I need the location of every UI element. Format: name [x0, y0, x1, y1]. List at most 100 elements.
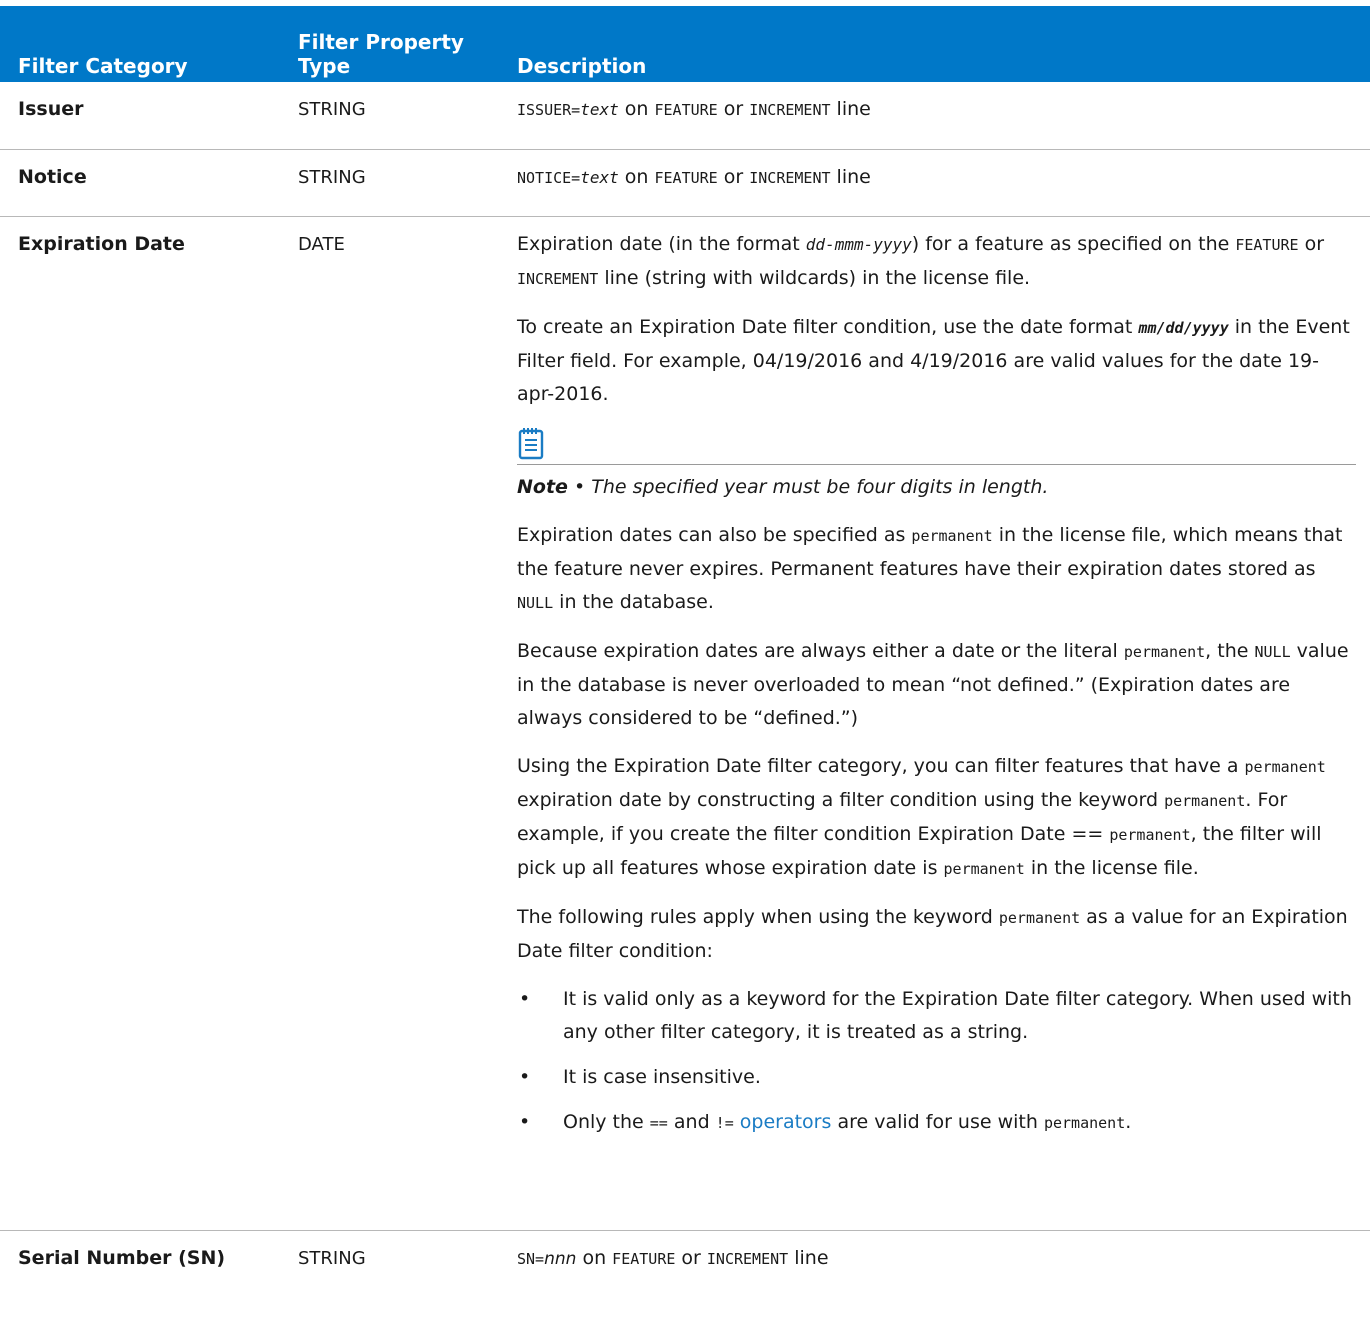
text: in the license file. — [1024, 857, 1199, 879]
header-filter-property-type: Filter Property Type — [298, 6, 513, 82]
code-permanent: permanent — [1244, 758, 1326, 776]
text: ) for a feature as specified on the — [911, 233, 1236, 255]
list-item: • It is case insensitive. — [517, 1061, 1356, 1094]
code-permanent: permanent — [943, 860, 1025, 878]
text: To create an Expiration Date filter cond… — [517, 316, 1139, 338]
header-type-line1: Filter Property — [298, 30, 464, 54]
text: and — [667, 1111, 716, 1133]
text: The following rules apply when using the… — [517, 906, 999, 928]
desc-text: line — [830, 166, 871, 188]
date-format: mm/dd/yyyy — [1138, 319, 1229, 337]
text: Using the Expiration Date filter categor… — [517, 755, 1245, 777]
note-separator: • — [567, 476, 592, 498]
note-text: Note • The specified year must be four d… — [517, 471, 1356, 504]
code-keyword: SN= — [517, 1250, 545, 1268]
date-format: dd-mmm-yyyy — [805, 235, 912, 254]
note-body: The specified year must be four digits i… — [591, 476, 1049, 498]
code-equals: == — [649, 1114, 668, 1132]
text: or — [1298, 233, 1325, 255]
row-description: ISSUER=text on FEATURE or INCREMENT line — [513, 82, 1370, 149]
bullet-dot: • — [519, 988, 531, 1010]
row-description: Expiration date (in the format dd-mmm-yy… — [513, 217, 1370, 1230]
header-filter-category: Filter Category — [18, 54, 188, 78]
code-placeholder: text — [580, 100, 619, 119]
bullet-text: It is case insensitive. — [563, 1066, 761, 1088]
text: Expiration dates can also be specified a… — [517, 524, 912, 546]
list-item: • It is valid only as a keyword for the … — [517, 983, 1356, 1049]
code-increment: INCREMENT — [749, 101, 831, 119]
code-feature: FEATURE — [612, 1250, 676, 1268]
paragraph-filter-format: To create an Expiration Date filter cond… — [517, 311, 1356, 411]
bullet-text: Only the == and != operators are valid f… — [563, 1106, 1356, 1140]
desc-text: or — [675, 1247, 707, 1269]
desc-text: on — [576, 1247, 613, 1269]
table-row-expiration-date: Expiration Date DATE Expiration date (in… — [0, 217, 1370, 1231]
table-row-serial-number: Serial Number (SN) STRING SN=nnn on FEAT… — [0, 1231, 1370, 1299]
row-category: Serial Number (SN) — [18, 1247, 226, 1269]
code-permanent: permanent — [1123, 643, 1206, 661]
code-null: NULL — [1254, 643, 1291, 661]
desc-text: or — [717, 98, 750, 120]
text: . For example, 04/19/2016 and 4/19/2016 … — [517, 350, 1320, 405]
text: line (string with wildcards) in the lice… — [598, 267, 1031, 289]
code-permanent: permanent — [998, 909, 1081, 927]
code-keyword: ISSUER= — [517, 101, 581, 119]
table-row-notice: Notice STRING NOTICE=text on FEATURE or … — [0, 150, 1370, 217]
text: in the database. — [553, 591, 714, 613]
paragraph-filter-permanent: Using the Expiration Date filter categor… — [517, 750, 1356, 886]
text: , the — [1205, 640, 1255, 662]
row-type: STRING — [298, 1248, 366, 1269]
code-permanent: permanent — [1109, 826, 1191, 844]
row-type: STRING — [298, 167, 366, 188]
row-category: Issuer — [18, 98, 84, 120]
row-category: Expiration Date — [18, 233, 185, 255]
desc-text: on — [618, 166, 655, 188]
code-feature: FEATURE — [1235, 236, 1299, 254]
row-type: DATE — [298, 234, 345, 255]
code-feature: FEATURE — [654, 169, 718, 187]
note-block: Note • The specified year must be four d… — [517, 426, 1356, 504]
desc-text: line — [788, 1247, 829, 1269]
bullet-dot: • — [519, 1111, 531, 1133]
desc-text: on — [618, 98, 655, 120]
code-null: NULL — [517, 594, 554, 612]
code-placeholder: nnn — [544, 1249, 577, 1269]
bullet-text: It is valid only as a keyword for the Ex… — [563, 988, 1352, 1043]
text: Because expiration dates are always eith… — [517, 640, 1124, 662]
code-keyword: NOTICE= — [517, 169, 581, 187]
code-not-equals: != — [715, 1114, 734, 1132]
text: expiration date by constructing a filter… — [517, 789, 1165, 811]
code-feature: FEATURE — [654, 101, 718, 119]
row-description: SN=nnn on FEATURE or INCREMENT line — [513, 1231, 1370, 1299]
paragraph-null: Because expiration dates are always eith… — [517, 635, 1356, 735]
note-divider — [517, 464, 1356, 465]
notepad-icon — [518, 428, 544, 460]
text: Only the — [563, 1111, 650, 1133]
desc-text: or — [717, 166, 750, 188]
paragraph-permanent: Expiration dates can also be specified a… — [517, 519, 1356, 620]
bullet-dot: • — [519, 1066, 531, 1088]
header-type-line2: Type — [298, 54, 351, 78]
code-increment: INCREMENT — [706, 1250, 789, 1268]
code-increment: INCREMENT — [517, 270, 599, 288]
paragraph-format: Expiration date (in the format dd-mmm-yy… — [517, 228, 1356, 296]
filter-category-table: Filter Category Filter Property Type Des… — [0, 6, 1370, 1299]
code-permanent: permanent — [911, 527, 993, 545]
row-description: NOTICE=text on FEATURE or INCREMENT line — [513, 150, 1370, 216]
text: . — [1125, 1111, 1132, 1133]
note-label: Note — [517, 476, 568, 498]
table-row-issuer: Issuer STRING ISSUER=text on FEATURE or … — [0, 82, 1370, 150]
row-category: Notice — [18, 166, 87, 188]
code-permanent: permanent — [1164, 792, 1246, 810]
code-permanent: permanent — [1043, 1114, 1126, 1132]
list-item: • Only the == and != operators are valid… — [517, 1106, 1356, 1140]
row-type: STRING — [298, 99, 366, 120]
header-description: Description — [517, 54, 647, 78]
code-placeholder: text — [580, 168, 619, 187]
paragraph-rules: The following rules apply when using the… — [517, 901, 1356, 968]
table-header: Filter Category Filter Property Type Des… — [0, 6, 1370, 82]
text: Expiration date (in the format — [517, 233, 806, 255]
desc-text: line — [830, 98, 871, 120]
operators-link[interactable]: operators — [740, 1111, 832, 1133]
text: are valid for use with — [831, 1111, 1044, 1133]
